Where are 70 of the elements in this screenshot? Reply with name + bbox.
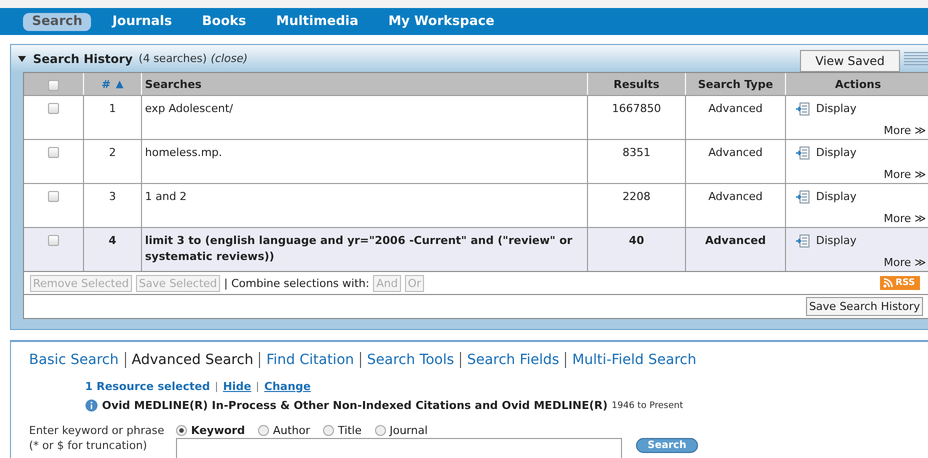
search-type: Advanced — [705, 234, 766, 247]
select-all-checkbox[interactable] — [48, 80, 59, 90]
field-radio[interactable]: Title — [323, 424, 362, 437]
query-field[interactable] — [176, 438, 622, 458]
panel-title: Search History — [33, 52, 133, 66]
row-checkbox[interactable] — [48, 235, 59, 246]
more-link[interactable]: More ≫ — [884, 167, 926, 183]
search-query: exp Adolescent/ — [145, 102, 233, 115]
document-arrow-icon — [796, 102, 810, 116]
search-mode-tab[interactable]: Advanced Search — [124, 352, 260, 368]
more-link[interactable]: More ≫ — [884, 123, 926, 139]
query-prompt: Enter keyword or phrase — [29, 423, 166, 438]
resource-link[interactable]: Hide — [216, 382, 252, 392]
search-number: 2 — [109, 146, 116, 159]
save-history-button[interactable]: Save Search History — [806, 297, 923, 316]
grip-icon[interactable] — [904, 50, 928, 68]
column-header[interactable]: Searches — [141, 73, 587, 95]
search-type: Advanced — [708, 190, 763, 203]
close-link[interactable]: (close) — [210, 52, 248, 65]
document-arrow-icon — [796, 234, 810, 248]
result-count: 8351 — [622, 146, 650, 159]
search-mode-tab[interactable]: Find Citation — [259, 352, 360, 368]
display-link[interactable]: Display — [796, 233, 926, 249]
search-mode-tab[interactable]: Search Tools — [360, 352, 460, 368]
search-mode-tab[interactable]: Search Fields — [460, 352, 566, 368]
row-checkbox[interactable] — [48, 103, 59, 114]
nav-tab[interactable]: My Workspace — [379, 12, 504, 30]
feed-icon — [882, 278, 892, 288]
search-count: (4 searches) — [138, 52, 207, 65]
field-radio[interactable]: Author — [258, 424, 310, 437]
document-arrow-icon — [796, 190, 810, 204]
resource-count: 1 Resource selected — [85, 380, 210, 393]
resource-link[interactable]: Change — [257, 382, 311, 392]
nav-tab[interactable]: Multimedia — [267, 12, 368, 30]
nav-tab[interactable]: Journals — [103, 12, 181, 30]
result-count: 2208 — [622, 190, 650, 203]
search-type: Advanced — [708, 102, 763, 115]
collapse-triangle-icon[interactable] — [18, 56, 26, 62]
search-query: homeless.mp. — [145, 146, 222, 159]
document-arrow-icon — [796, 146, 810, 160]
more-link[interactable]: More ≫ — [884, 255, 926, 271]
search-mode-tab[interactable]: Basic Search — [29, 352, 125, 368]
search-query: limit 3 to (english language and yr="2006 -Current" and ("review" or systematic reviews)) — [145, 234, 572, 263]
search-type: Advanced — [708, 146, 763, 159]
result-count: 40 — [628, 234, 644, 247]
field-radio[interactable]: Journal — [374, 424, 428, 437]
more-link[interactable]: More ≫ — [884, 211, 926, 227]
row-checkbox[interactable] — [48, 191, 59, 202]
search-number: 3 — [109, 190, 116, 203]
truncation-hint: (* or $ for truncation) — [29, 438, 148, 454]
display-link[interactable]: Display — [796, 101, 926, 117]
search-query: 1 and 2 — [145, 190, 187, 203]
field-radio[interactable]: Keyword — [176, 424, 245, 437]
column-header[interactable]: Actions — [785, 73, 928, 95]
combine-label: | Combine selections with: — [224, 276, 370, 290]
column-header[interactable]: Results — [587, 73, 685, 95]
result-count: 1667850 — [612, 102, 661, 115]
nav-tab[interactable]: Search — [23, 12, 92, 30]
nav-tab[interactable]: Books — [192, 12, 256, 30]
row-checkbox[interactable] — [48, 147, 59, 158]
database-name: Ovid MEDLINE(R) In-Process & Other Non-Indexed Citations and Ovid MEDLINE(R) — [102, 399, 608, 412]
search-number: 1 — [109, 102, 116, 115]
display-link[interactable]: Display — [796, 189, 926, 205]
search-number: 4 — [108, 234, 116, 247]
info-icon[interactable] — [85, 399, 98, 412]
display-link[interactable]: Display — [796, 145, 926, 161]
column-header[interactable]: Search Type — [685, 73, 785, 95]
view-saved-button[interactable]: View Saved — [800, 50, 900, 72]
database-range: 1946 to Present — [612, 400, 684, 410]
search-mode-tab[interactable]: Multi-Field Search — [565, 352, 702, 368]
